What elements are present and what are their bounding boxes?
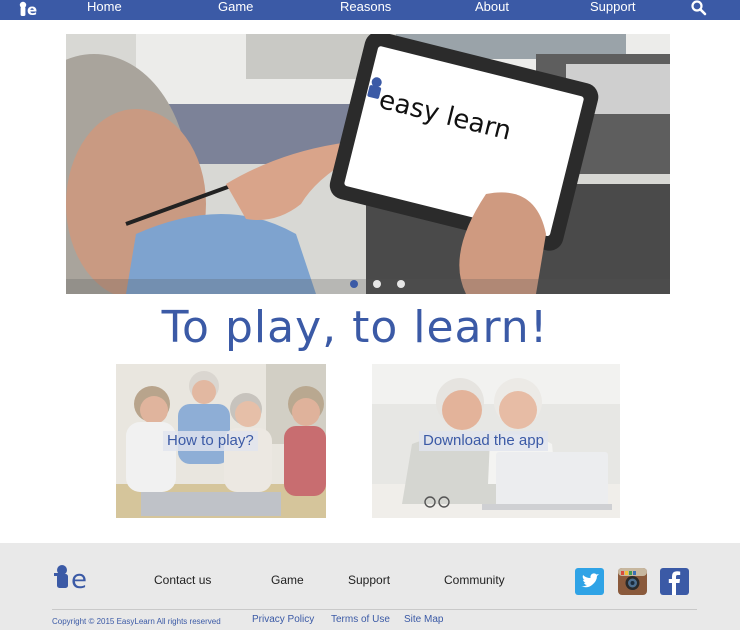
carousel-dot-1[interactable] xyxy=(350,280,358,288)
nav-about[interactable]: About xyxy=(475,0,509,20)
twitter-icon[interactable] xyxy=(575,568,604,595)
footer: e Contact us Game Support Community Copy… xyxy=(0,543,740,630)
download-app-card[interactable]: Download the app xyxy=(372,364,620,518)
footer-link-terms-of-use[interactable]: Terms of Use xyxy=(331,614,390,625)
how-to-play-link[interactable]: How to play? xyxy=(163,431,258,451)
hero-carousel[interactable]: easy learn xyxy=(66,34,670,294)
facebook-icon[interactable] xyxy=(660,568,689,595)
nav-home[interactable]: Home xyxy=(87,0,122,20)
carousel-indicators xyxy=(350,275,416,288)
footer-logo-letter: e xyxy=(71,565,87,593)
top-navigation-bar: e Home Game Reasons About Support xyxy=(0,0,740,20)
footer-link-support[interactable]: Support xyxy=(348,573,390,587)
easylearn-logo-icon[interactable]: e xyxy=(16,0,44,20)
footer-link-community[interactable]: Community xyxy=(444,573,505,587)
copyright-text: Copyright © 2015 EasyLearn All rights re… xyxy=(52,617,221,626)
download-app-link[interactable]: Download the app xyxy=(419,431,548,451)
slogan-heading: To play, to learn! xyxy=(161,302,549,353)
nav-reasons[interactable]: Reasons xyxy=(340,0,391,20)
instagram-icon[interactable] xyxy=(618,568,647,595)
footer-link-privacy-policy[interactable]: Privacy Policy xyxy=(252,614,314,625)
footer-link-contact[interactable]: Contact us xyxy=(154,573,211,587)
footer-link-site-map[interactable]: Site Map xyxy=(404,614,443,625)
hero-photo: easy learn xyxy=(66,34,670,294)
search-icon[interactable] xyxy=(689,0,709,16)
nav-support[interactable]: Support xyxy=(590,0,636,20)
footer-divider xyxy=(52,609,697,610)
carousel-dot-3[interactable] xyxy=(396,280,405,288)
how-to-play-card[interactable]: How to play? xyxy=(116,364,326,518)
footer-logo-icon[interactable]: e xyxy=(52,563,98,593)
footer-link-game[interactable]: Game xyxy=(271,573,304,587)
logo-letter: e xyxy=(27,1,37,19)
nav-game[interactable]: Game xyxy=(218,0,253,20)
